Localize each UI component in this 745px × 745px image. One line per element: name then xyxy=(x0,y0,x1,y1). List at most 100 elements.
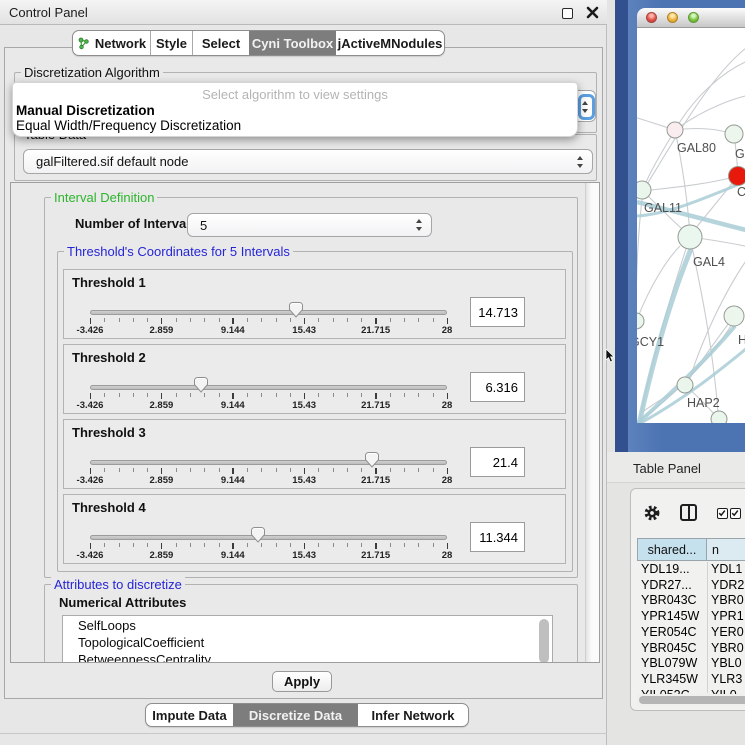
tab-impute-data[interactable]: Impute Data xyxy=(146,704,233,726)
tab-cyni-toolbox[interactable]: Cyni Toolbox xyxy=(249,31,336,55)
slider-minor-tick xyxy=(247,468,248,472)
table-data-combo[interactable]: galFiltered.sif default node xyxy=(23,149,593,174)
slider-minor-tick xyxy=(219,318,220,322)
network-node[interactable] xyxy=(677,377,693,393)
network-graph: GAL80GACGAL11GAL4GCY1HHAP2 xyxy=(637,28,745,423)
threshold-value-field[interactable]: 6.316 xyxy=(470,372,525,402)
slider-major-tick xyxy=(161,318,163,324)
table-row[interactable]: YDL19...YDL1 xyxy=(637,562,745,578)
apply-button[interactable]: Apply xyxy=(272,671,332,692)
tab-discretize-data[interactable]: Discretize Data xyxy=(233,704,358,726)
table-row[interactable]: YBR043CYBR0 xyxy=(637,593,745,609)
slider-minor-tick xyxy=(433,543,434,547)
slider-major-tick xyxy=(447,318,449,324)
slider-minor-tick xyxy=(404,318,405,322)
tab-label: Select xyxy=(202,36,240,51)
deselect-checkbox-icon[interactable] xyxy=(730,508,741,519)
float-window-icon[interactable] xyxy=(562,8,573,19)
slider-major-tick xyxy=(375,468,377,474)
tab-style[interactable]: Style xyxy=(150,31,192,55)
table-header-cell[interactable]: n xyxy=(706,538,745,561)
settings-gear-icon[interactable] xyxy=(643,504,661,522)
network-node[interactable] xyxy=(637,181,651,199)
table-panel-header: Table Panel xyxy=(607,452,745,483)
network-node[interactable] xyxy=(637,313,644,329)
cell-name: YBR0 xyxy=(711,593,745,607)
threshold-slider-thumb[interactable] xyxy=(364,451,380,468)
threshold-panel-1: Threshold 1-3.4262.8599.14415.4321.71528… xyxy=(63,269,566,339)
table-row[interactable]: YPR145WYPR1 xyxy=(637,609,745,625)
select-all-checkbox-icon[interactable] xyxy=(717,508,728,519)
algorithm-option-equal-width-frequency-discretization[interactable]: Equal Width/Frequency Discretization xyxy=(16,118,241,133)
tab-network[interactable]: Network xyxy=(73,31,150,55)
threshold-slider-track[interactable] xyxy=(90,310,447,315)
threshold-slider-thumb[interactable] xyxy=(288,301,304,318)
algorithm-combo-focus-ring[interactable] xyxy=(578,94,595,120)
close-traffic-light[interactable] xyxy=(646,12,657,23)
slider-minor-tick xyxy=(219,393,220,397)
threshold-value-field[interactable]: 11.344 xyxy=(470,522,525,552)
split-panel-icon[interactable] xyxy=(680,504,697,521)
slider-minor-tick xyxy=(204,393,205,397)
slider-tick-label: 28 xyxy=(422,475,472,486)
attributes-scrollbar-thumb[interactable] xyxy=(539,619,549,663)
attributes-box: Attributes to discretize Numerical Attri… xyxy=(44,584,578,663)
slider-tick-label: 15.43 xyxy=(279,475,329,486)
table-header-cell[interactable]: shared... xyxy=(637,538,707,561)
network-node[interactable] xyxy=(724,306,744,326)
threshold-value-field[interactable]: 21.4 xyxy=(470,447,525,477)
threshold-slider-track[interactable] xyxy=(90,460,447,465)
tab-label: Infer Network xyxy=(371,708,454,723)
tab-infer-network[interactable]: Infer Network xyxy=(358,704,468,726)
attribute-item-selfloops[interactable]: SelfLoops xyxy=(63,616,552,633)
slider-tick-label: 2.859 xyxy=(136,400,186,411)
slider-tick-label: 28 xyxy=(422,325,472,336)
settings-scrollpane: Interval Definition Number of Intervals … xyxy=(10,182,600,663)
slider-minor-tick xyxy=(219,468,220,472)
slider-major-tick xyxy=(304,543,306,549)
threshold-value-field[interactable]: 14.713 xyxy=(470,297,525,327)
control-panel-titlebar: Control Panel xyxy=(0,0,607,25)
zoom-traffic-light[interactable] xyxy=(688,12,699,23)
slider-minor-tick xyxy=(176,393,177,397)
attribute-item-topologicalcoefficient[interactable]: TopologicalCoefficient xyxy=(63,633,552,650)
network-node[interactable] xyxy=(725,125,743,143)
table-row[interactable]: YLR345WYLR3 xyxy=(637,672,745,688)
vertical-scrollbar[interactable] xyxy=(585,183,600,662)
close-icon[interactable] xyxy=(586,6,599,19)
tab-select[interactable]: Select xyxy=(192,31,249,55)
cell-name: YDL1 xyxy=(711,562,745,576)
control-panel-tabs: NetworkStyle Select Cyni ToolboxjActiveMNo… xyxy=(72,30,445,56)
slider-minor-tick xyxy=(190,468,191,472)
slider-minor-tick xyxy=(190,393,191,397)
network-node[interactable] xyxy=(667,122,683,138)
table-row[interactable]: YDR27...YDR2 xyxy=(637,578,745,594)
numerical-attributes-list[interactable]: SelfLoopsTopologicalCoefficientBetweenne… xyxy=(62,615,553,663)
algorithm-prompt: Select algorithm to view settings xyxy=(13,87,577,102)
network-node[interactable] xyxy=(729,167,745,186)
table-row[interactable]: YER054CYER0 xyxy=(637,625,745,641)
table-row[interactable]: YBR045CYBR0 xyxy=(637,641,745,657)
horizontal-scrollbar[interactable] xyxy=(637,694,745,706)
number-of-intervals-combo[interactable]: 5 xyxy=(187,213,432,237)
network-node[interactable] xyxy=(711,411,727,423)
network-canvas[interactable]: GAL80GACGAL11GAL4GCY1HHAP2 xyxy=(637,28,745,423)
slider-minor-tick xyxy=(404,543,405,547)
slider-minor-tick xyxy=(104,543,105,547)
desktop-background xyxy=(615,0,628,452)
tab-jactivemnodules[interactable]: jActiveMNodules xyxy=(336,31,444,55)
cell-name: YER0 xyxy=(711,625,745,639)
minimize-traffic-light[interactable] xyxy=(667,12,678,23)
algorithm-option-manual-discretization[interactable]: Manual Discretization xyxy=(16,103,155,118)
table-row[interactable]: YBL079WYBL0 xyxy=(637,656,745,672)
threshold-slider-thumb[interactable] xyxy=(250,526,266,543)
network-node[interactable] xyxy=(678,225,702,249)
slider-minor-tick xyxy=(204,468,205,472)
slider-tick-label: 9.144 xyxy=(208,475,258,486)
threshold-slider-track[interactable] xyxy=(90,385,447,390)
threshold-slider-thumb[interactable] xyxy=(193,376,209,393)
slider-minor-tick xyxy=(261,543,262,547)
threshold-slider-track[interactable] xyxy=(90,535,447,540)
attribute-item-betweennesscentrality[interactable]: BetweennessCentrality xyxy=(63,650,552,663)
horizontal-scrollbar-thumb[interactable] xyxy=(639,696,745,704)
